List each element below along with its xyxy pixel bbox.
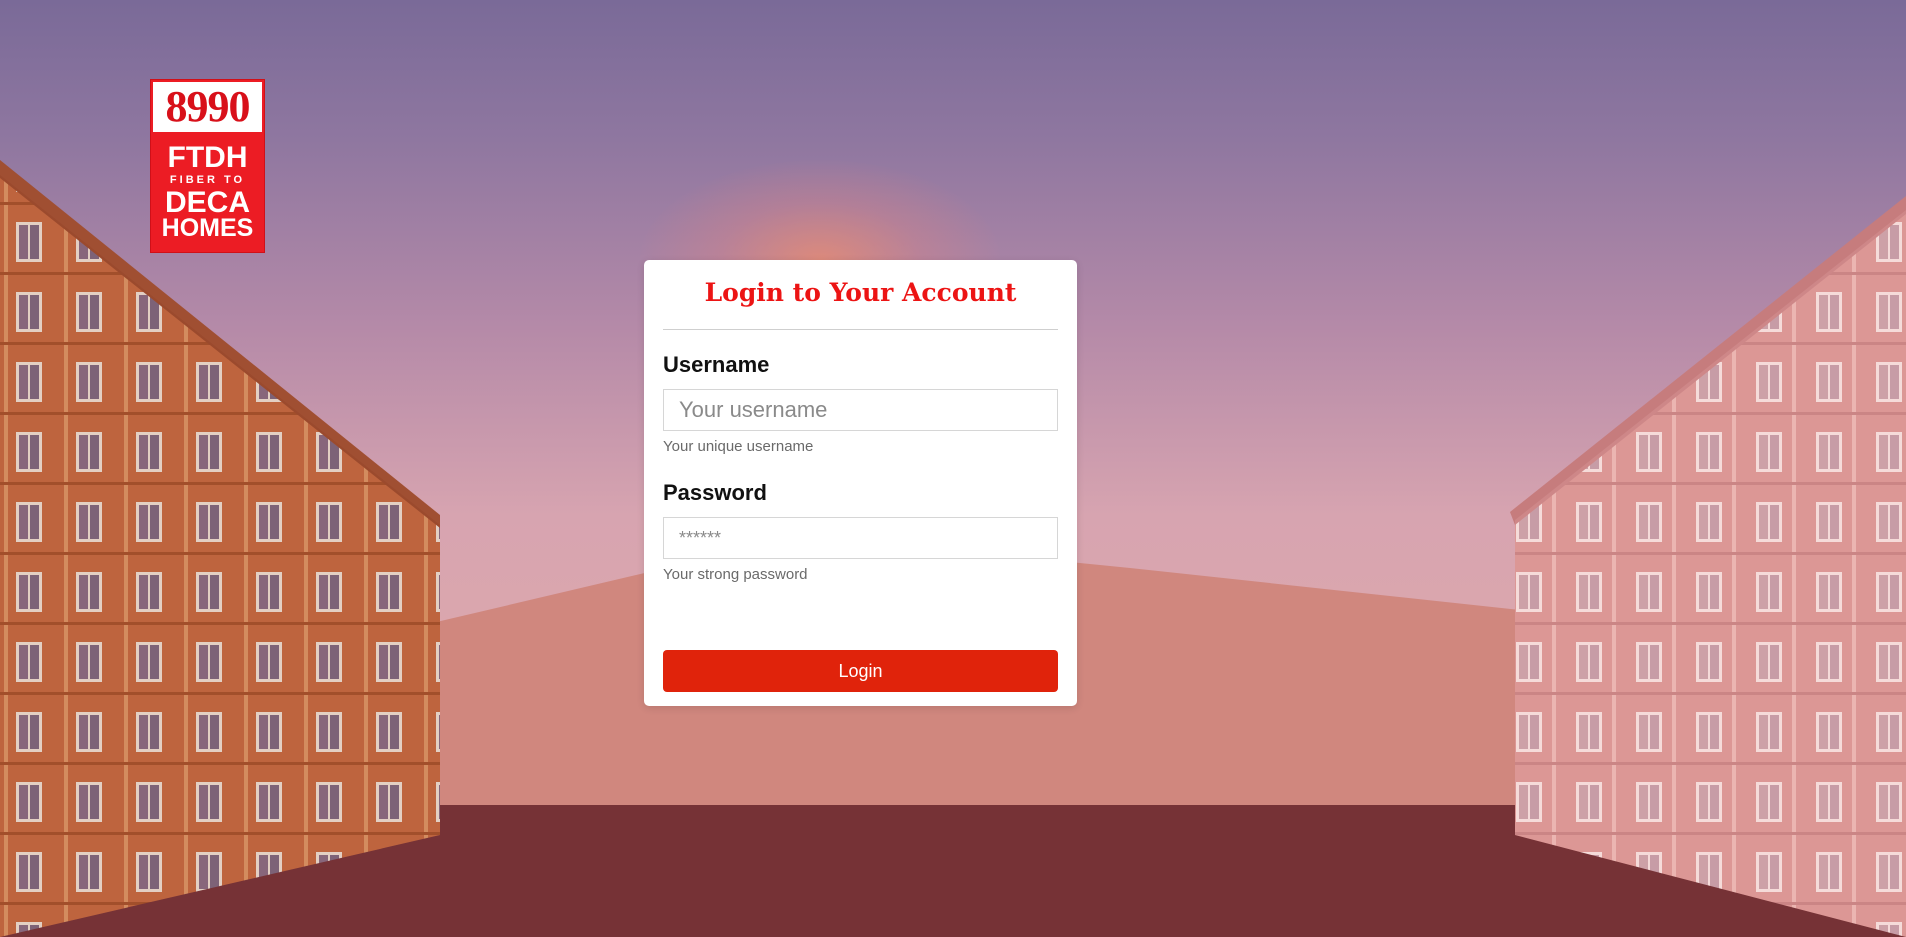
title-divider (663, 329, 1058, 330)
login-button[interactable]: Login (663, 650, 1058, 692)
password-label: Password (663, 480, 767, 505)
logo-number: 8990 (153, 82, 262, 132)
ftdh-logo: 8990 FTDH FIBER TO DECA HOMES (150, 79, 265, 253)
username-help-text: Your unique username (663, 438, 814, 455)
username-label: Username (663, 352, 770, 377)
login-card: Login to Your Account Username Your uniq… (644, 260, 1077, 706)
logo-line-ftdh: FTDH (167, 141, 248, 174)
password-input[interactable] (663, 517, 1058, 559)
password-help-text: Your strong password (663, 566, 808, 583)
logo-line-fiber-to: FIBER TO (169, 174, 246, 186)
logo-line-homes: HOMES (161, 214, 254, 242)
login-title: Login to Your Account (704, 278, 1017, 307)
username-input[interactable] (663, 389, 1058, 431)
